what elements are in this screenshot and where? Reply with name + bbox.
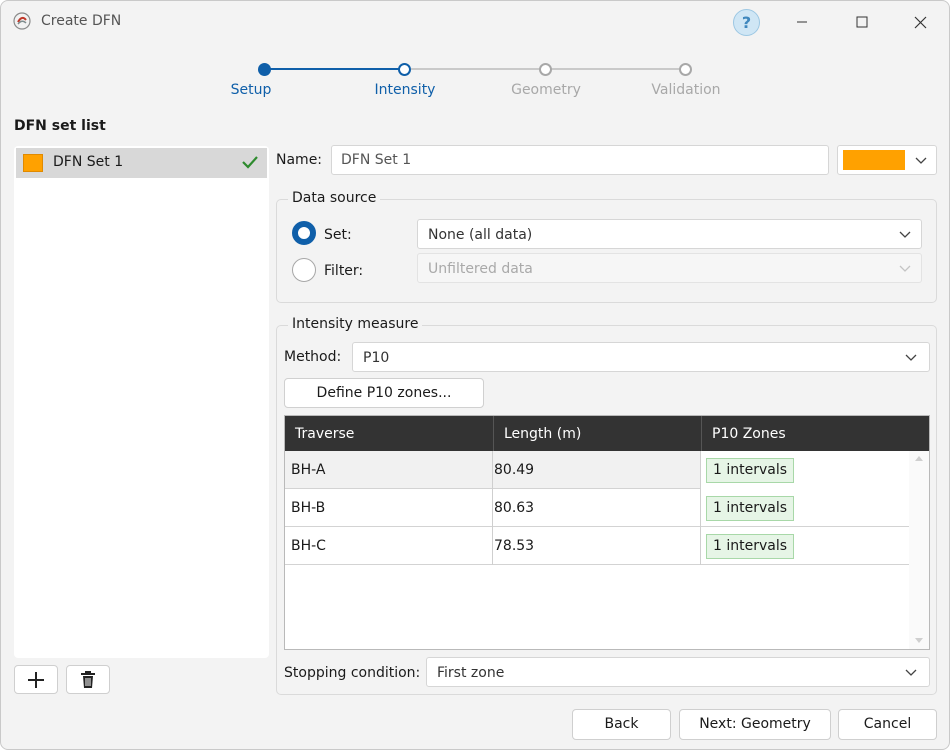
method-dropdown-value: P10 [363,350,390,366]
cancel-button[interactable]: Cancel [838,709,937,740]
traverse-cell: BH-A [291,462,326,478]
set-name: DFN Set 1 [53,154,124,170]
filter-dropdown-value: Unfiltered data [428,261,533,277]
step-dot-validation [679,63,692,76]
close-icon [914,16,926,28]
method-dropdown[interactable]: P10 [352,342,930,372]
name-label: Name: [276,152,323,168]
step-connector-done [270,68,400,70]
set-label: Set: [324,227,352,243]
step-label-intensity[interactable]: Intensity [345,82,465,98]
zones-cell[interactable]: 1 intervals [700,451,909,489]
minimize-button[interactable] [782,7,822,37]
scroll-up-icon[interactable] [914,454,924,462]
help-button[interactable]: ? [733,9,760,36]
next-geometry-button[interactable]: Next: Geometry [679,709,831,740]
data-source-title: Data source [288,190,381,206]
intensity-title: Intensity measure [288,316,423,332]
zones-badge[interactable]: 1 intervals [706,458,795,483]
traverse-table: Traverse Length (m) P10 Zones BH-A 80.49… [284,415,930,650]
filter-dropdown: Unfiltered data [417,253,922,283]
step-label-setup[interactable]: Setup [191,82,311,98]
create-dfn-dialog: Create DFN ? Setup Intensity Geometry Va… [0,0,950,750]
table-row[interactable]: BH-B 80.63 1 intervals [285,489,909,527]
step-dot-geometry [539,63,552,76]
wizard-stepper: Setup Intensity Geometry Validation [1,55,949,105]
check-icon [242,156,258,169]
table-row[interactable]: BH-C 78.53 1 intervals [285,527,909,565]
step-label-geometry: Geometry [511,82,581,98]
header-corner [909,416,929,451]
plus-icon [28,671,44,688]
chevron-down-icon [899,231,911,238]
set-color-swatch [23,154,43,172]
trash-icon [81,670,95,688]
name-input[interactable]: DFN Set 1 [331,145,829,175]
back-button[interactable]: Back [572,709,671,740]
table-row[interactable]: BH-A 80.49 1 intervals [285,451,909,489]
window-title: Create DFN [41,13,122,29]
stopping-condition-dropdown[interactable]: First zone [426,657,930,687]
maximize-button[interactable] [842,7,882,37]
length-cell: 78.53 [492,527,701,565]
maximize-icon [856,16,868,28]
list-item[interactable]: DFN Set 1 [16,148,267,178]
step-dot-intensity [398,63,411,76]
define-zones-button[interactable]: Define P10 zones... [284,378,484,408]
delete-set-button[interactable] [66,665,110,694]
title-bar: Create DFN ? [1,1,949,45]
stopping-condition-label: Stopping condition: [284,665,421,681]
close-button[interactable] [900,7,940,37]
set-radio[interactable] [292,221,316,245]
traverse-cell: BH-B [291,500,326,516]
chevron-down-icon [905,354,917,361]
set-dropdown-value: None (all data) [428,227,533,243]
step-label-validation: Validation [651,82,721,98]
chevron-down-icon [899,265,911,272]
zones-cell[interactable]: 1 intervals [700,527,909,565]
data-source-group: Data source [276,190,937,303]
scroll-down-icon[interactable] [914,637,924,645]
filter-radio[interactable] [292,258,316,282]
filter-label: Filter: [324,263,364,279]
set-dropdown[interactable]: None (all data) [417,219,922,249]
traverse-cell: BH-C [291,538,326,554]
dfn-set-list: DFN Set 1 [14,146,269,658]
zones-cell[interactable]: 1 intervals [700,489,909,527]
color-picker-swatch [843,150,905,170]
chevron-down-icon [905,669,917,676]
length-cell: 80.63 [492,489,701,527]
column-header-length[interactable]: Length (m) [493,416,701,451]
method-label: Method: [284,349,342,365]
stopping-condition-value: First zone [437,665,505,681]
minimize-icon [797,21,807,23]
chevron-down-icon [915,157,927,164]
set-list-title: DFN set list [14,118,106,134]
app-logo-icon [13,12,31,30]
column-header-traverse[interactable]: Traverse [285,416,493,451]
color-picker[interactable] [837,145,937,175]
zones-badge[interactable]: 1 intervals [706,534,795,559]
table-scrollbar[interactable] [909,451,929,649]
length-cell: 80.49 [492,451,701,489]
column-header-zones[interactable]: P10 Zones [701,416,909,451]
zones-badge[interactable]: 1 intervals [706,496,795,521]
add-set-button[interactable] [14,665,58,694]
step-dot-setup [258,63,271,76]
